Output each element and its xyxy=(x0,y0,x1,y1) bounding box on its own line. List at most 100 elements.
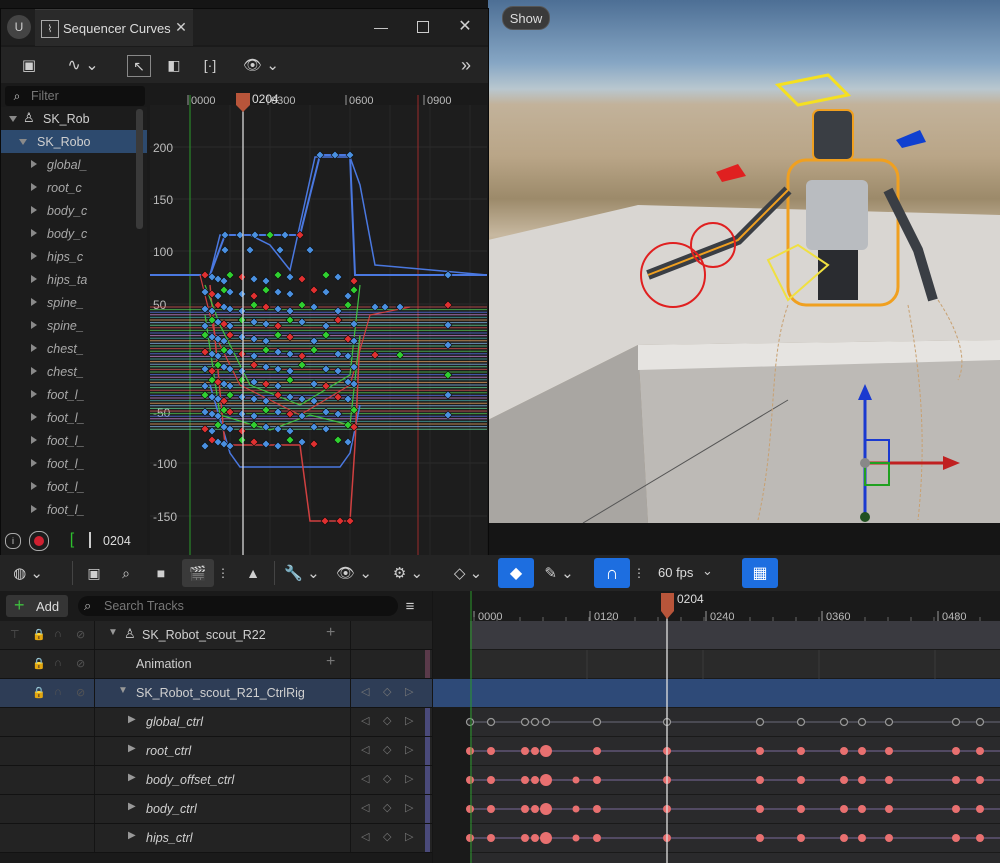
expanded-arrow-icon[interactable] xyxy=(9,116,17,122)
collapsed-arrow-icon[interactable]: ▶ xyxy=(128,772,136,783)
collapsed-arrow-icon[interactable] xyxy=(31,482,37,490)
curve-tree-item[interactable]: SK_Robo xyxy=(1,130,147,153)
curve-tree-item[interactable]: foot_l_ xyxy=(1,406,147,429)
show-button[interactable]: Show xyxy=(502,6,550,30)
visibility-options-icon[interactable]: 👁 ⌄ xyxy=(241,55,281,75)
more-options-icon[interactable]: ⋮ xyxy=(217,563,229,583)
save-icon[interactable]: ▣ xyxy=(19,55,39,75)
curve-editor-titlebar[interactable]: U ⌇ Sequencer Curves ✕ — ✕ xyxy=(1,9,488,46)
edit-mode-icon[interactable]: ✎ ⌄ xyxy=(540,563,578,583)
collapsed-arrow-icon[interactable] xyxy=(31,390,37,398)
collapsed-arrow-icon[interactable] xyxy=(31,367,37,375)
playback-settings-icon[interactable]: ⚙ ⌄ xyxy=(390,563,426,583)
fps-dropdown[interactable]: 60 fps ⌄ xyxy=(652,561,722,585)
curve-graph[interactable]: 0000 0300 0600 0900 200 150 100 50 -50 -100 -150 02… xyxy=(150,85,487,556)
solo-icon[interactable]: ⊘ xyxy=(76,686,85,699)
curve-tree-item[interactable]: spine_ xyxy=(1,291,147,314)
curve-editor-button[interactable]: ▦ xyxy=(742,558,778,588)
collapsed-arrow-icon[interactable] xyxy=(31,275,37,283)
expanded-arrow-icon[interactable]: ▼ xyxy=(118,685,128,696)
maximize-icon[interactable] xyxy=(413,17,433,37)
collapsed-arrow-icon[interactable] xyxy=(31,206,37,214)
add-key-icon[interactable]: ◇ xyxy=(383,801,391,814)
track-row[interactable]: ⊤ 🔒 ∩ ⊘ ▼ ♙ SK_Robot_scout_R22 + xyxy=(0,621,432,650)
minimize-icon[interactable]: — xyxy=(371,17,391,37)
add-track-button[interactable]: + Add xyxy=(6,595,68,617)
add-key-icon[interactable]: ◇ xyxy=(383,685,391,698)
track-row[interactable]: ▶ global_ctrl ◁ ◇ ▷ xyxy=(0,708,432,737)
curve-view-mode-icon[interactable]: ∿ ⌄ xyxy=(63,55,103,75)
curve-tree-item[interactable]: hips_ta xyxy=(1,268,147,291)
curve-tree-item[interactable]: root_c xyxy=(1,176,147,199)
add-key-icon[interactable]: ◇ xyxy=(383,743,391,756)
collapsed-arrow-icon[interactable] xyxy=(31,436,37,444)
record-icon[interactable] xyxy=(29,531,49,551)
collapsed-arrow-icon[interactable] xyxy=(31,160,37,168)
next-key-icon[interactable]: ▷ xyxy=(405,801,413,814)
collapsed-arrow-icon[interactable]: ▶ xyxy=(128,801,136,812)
close-tab-icon[interactable]: ✕ xyxy=(173,19,189,35)
previous-key-icon[interactable]: ◁ xyxy=(361,830,369,843)
next-key-icon[interactable]: ▷ xyxy=(405,743,413,756)
headphones-icon[interactable]: ∩ xyxy=(54,686,62,698)
next-key-icon[interactable]: ▷ xyxy=(405,685,413,698)
info-icon[interactable]: i xyxy=(5,533,21,549)
add-key-icon[interactable]: ◇ xyxy=(383,714,391,727)
add-subtrack-icon[interactable]: + xyxy=(326,653,335,671)
collapsed-arrow-icon[interactable] xyxy=(31,321,37,329)
collapsed-arrow-icon[interactable] xyxy=(31,459,37,467)
select-tool-icon[interactable]: ↖ xyxy=(127,55,151,77)
save-sequence-icon[interactable]: ▣ xyxy=(84,563,104,583)
expand-toolbar-icon[interactable]: » xyxy=(455,55,477,75)
add-key-icon[interactable]: ◇ xyxy=(383,830,391,843)
add-key-icon[interactable]: ◇ xyxy=(383,772,391,785)
transform-tool-icon[interactable]: ◧ xyxy=(163,55,185,75)
track-row[interactable]: 🔒 ∩ ⊘ Animation + xyxy=(0,650,432,679)
collapsed-arrow-icon[interactable]: ▶ xyxy=(128,714,136,725)
filter-icon[interactable]: ≡ xyxy=(400,597,420,615)
camera-icon[interactable]: ■ xyxy=(150,563,172,583)
curve-tree-item[interactable]: SK_Rob ♙ xyxy=(1,107,147,130)
clapperboard-icon[interactable]: 🎬 xyxy=(182,559,214,587)
collapsed-arrow-icon[interactable] xyxy=(31,505,37,513)
lock-icon[interactable]: 🔒 xyxy=(32,628,46,641)
snap-options-icon[interactable]: ⋮ xyxy=(633,563,645,583)
curve-editor-tab[interactable]: ⌇ Sequencer Curves ✕ xyxy=(35,9,193,46)
next-key-icon[interactable]: ▷ xyxy=(405,714,413,727)
headphones-icon[interactable]: ∩ xyxy=(54,628,62,640)
lock-icon[interactable]: 🔒 xyxy=(32,657,46,670)
collapsed-arrow-icon[interactable] xyxy=(31,344,37,352)
curve-tree-item[interactable]: foot_l_ xyxy=(1,383,147,406)
previous-key-icon[interactable]: ◁ xyxy=(361,685,369,698)
lock-icon[interactable]: 🔒 xyxy=(32,686,46,699)
track-row[interactable]: ▶ hips_ctrl ◁ ◇ ▷ xyxy=(0,824,432,853)
pin-icon[interactable]: ⊤ xyxy=(10,628,20,641)
auto-key-button[interactable]: ◆ xyxy=(498,558,534,588)
curve-tree-item[interactable]: body_c xyxy=(1,222,147,245)
tree-scrollbar[interactable] xyxy=(136,109,143,229)
collapsed-arrow-icon[interactable] xyxy=(31,229,37,237)
track-row[interactable]: ▶ body_offset_ctrl ◁ ◇ ▷ xyxy=(0,766,432,795)
key-diamond-icon[interactable]: ◇ ⌄ xyxy=(450,563,486,583)
world-icon[interactable]: ◍ ⌄ xyxy=(10,563,46,583)
previous-key-icon[interactable]: ◁ xyxy=(361,743,369,756)
sequencer-timeline[interactable]: 0000 0120 0240 0360 0480 0204 xyxy=(433,591,1000,863)
add-subtrack-icon[interactable]: + xyxy=(326,624,335,642)
retime-tool-icon[interactable]: [·] xyxy=(199,55,221,75)
headphones-icon[interactable]: ∩ xyxy=(54,657,62,669)
curve-tree-item[interactable]: spine_ xyxy=(1,314,147,337)
curve-tree-item[interactable]: chest_ xyxy=(1,337,147,360)
render-movie-icon[interactable]: ▲ xyxy=(242,563,264,583)
previous-key-icon[interactable]: ◁ xyxy=(361,772,369,785)
curve-tree-item[interactable]: global_ xyxy=(1,153,147,176)
previous-key-icon[interactable]: ◁ xyxy=(361,714,369,727)
curve-tree-item[interactable]: foot_l_ xyxy=(1,498,147,521)
curve-tree-item[interactable]: body_c xyxy=(1,199,147,222)
collapsed-arrow-icon[interactable]: ▶ xyxy=(128,830,136,841)
curve-tree-item[interactable]: chest_ xyxy=(1,360,147,383)
snap-button[interactable]: ∩ xyxy=(594,558,630,588)
filter-input[interactable]: ⌕ Filter xyxy=(5,86,145,106)
solo-icon[interactable]: ⊘ xyxy=(76,628,85,641)
close-window-icon[interactable]: ✕ xyxy=(455,16,475,36)
track-row[interactable]: 🔒 ∩ ⊘ ▼ SK_Robot_scout_R21_CtrlRig ◁ ◇ ▷ xyxy=(0,679,432,708)
